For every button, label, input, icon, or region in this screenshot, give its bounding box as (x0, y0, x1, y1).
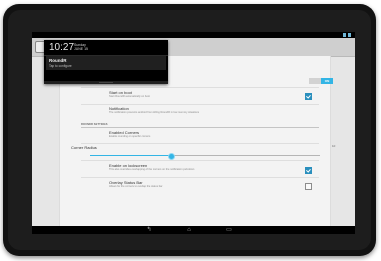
roundr-notification[interactable]: RoundR Tap to configure (46, 56, 166, 70)
navigation-bar: ↰ ⌂ ▭ (32, 226, 355, 234)
notification-shade: 10:27 Sunday JUNE 15 RoundR Tap to confi… (44, 40, 168, 84)
divider (81, 87, 319, 88)
start-on-boot-subtitle: Start RoundR automatically on boot (109, 95, 150, 98)
enabled-corners-subtitle: Enable rounding on specific corners (109, 135, 151, 138)
home-icon[interactable]: ⌂ (184, 226, 194, 234)
tablet-device-frame: Enable RoundR ON Start on boot Start Rou… (3, 4, 376, 256)
notification-subtitle: The notification prevents android from k… (109, 111, 200, 114)
section-header-roundr-settings: ROUNDR SETTINGS (81, 123, 108, 126)
slider-fill (90, 155, 171, 156)
start-on-boot-checkbox[interactable] (305, 93, 312, 100)
notification-shade-handle[interactable] (44, 81, 168, 84)
start-on-boot-row[interactable]: Start on boot Start RoundR automatically… (81, 90, 319, 103)
wifi-icon (343, 33, 346, 37)
enable-roundr-toggle[interactable]: ON (309, 78, 333, 84)
divider (81, 160, 319, 161)
date-label: JUNE 15 (74, 47, 89, 51)
notification-title: RoundR (49, 58, 67, 63)
divider (81, 177, 319, 178)
enable-lockscreen-row[interactable]: Enable on lockscreen This also overrides… (81, 163, 319, 176)
overlay-status-bar-checkbox[interactable] (305, 183, 312, 190)
corner-radius-label: Corner Radius (71, 145, 97, 150)
divider (81, 104, 319, 105)
enable-lockscreen-checkbox[interactable] (305, 167, 312, 174)
notification-header: 10:27 Sunday JUNE 15 (44, 40, 168, 55)
recents-icon[interactable]: ▭ (224, 226, 234, 234)
notification-text: Tap to configure (49, 64, 72, 68)
overlay-status-bar-subtitle: Allows for the corners to overlap the st… (109, 185, 163, 188)
slider-thumb[interactable] (167, 153, 175, 160)
enabled-corners-row[interactable]: Enabled Corners Enable rounding on speci… (81, 130, 319, 142)
battery-icon (348, 33, 351, 37)
enable-lockscreen-subtitle: This also overrides overlapping of the c… (109, 168, 195, 171)
slider-track[interactable] (90, 153, 320, 160)
back-icon[interactable]: ↰ (144, 226, 154, 234)
overlay-status-bar-row[interactable]: Overlay Status Bar Allows for the corner… (81, 180, 319, 192)
clock: 10:27 (49, 42, 75, 53)
toggle-on-label: ON (321, 78, 333, 84)
section-divider (81, 127, 319, 128)
corner-radius-label-row: Corner Radius 10 (71, 144, 335, 151)
notification-row[interactable]: Notification The notification prevents a… (81, 106, 319, 119)
corner-radius-value: 10 (332, 144, 336, 148)
corner-radius-slider[interactable] (81, 152, 320, 160)
